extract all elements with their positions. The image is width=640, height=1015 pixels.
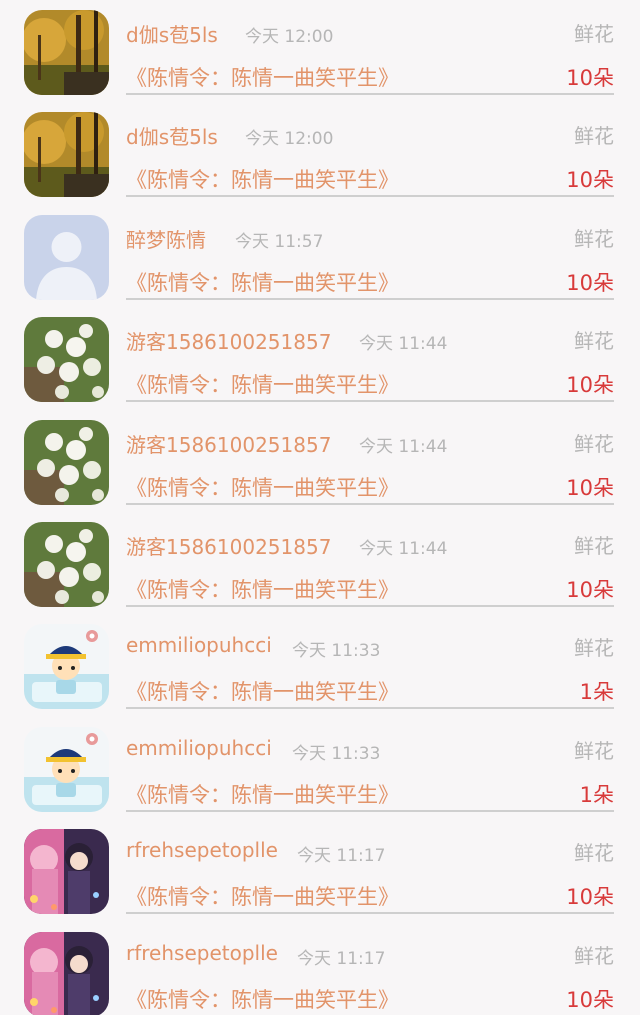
- timestamp: 今天 11:44: [359, 334, 448, 355]
- gift-book-title[interactable]: 《陈情令：陈情一曲笑平生》: [126, 369, 399, 399]
- user-name[interactable]: 游客1586100251857: [126, 531, 331, 560]
- divider: [126, 195, 614, 198]
- gift-count: 10朵: [566, 578, 614, 602]
- avatar[interactable]: [24, 419, 109, 505]
- white-flowers-avatar: [24, 419, 109, 505]
- user-name[interactable]: emmiliopuhcci: [126, 736, 272, 760]
- gift-record-row[interactable]: rfrehsepetoplle 今天 11:17 鲜花 《陈情令：陈情一曲笑平生…: [0, 819, 640, 921]
- timestamp: 今天 12:00: [245, 27, 334, 47]
- gift-type: 鲜花: [574, 22, 614, 46]
- gift-count: 10朵: [566, 475, 614, 500]
- divider: [126, 502, 614, 505]
- timestamp: 今天 12:00: [245, 129, 334, 150]
- white-flowers-avatar: [24, 522, 109, 607]
- avatar[interactable]: [24, 317, 109, 403]
- gift-record-row[interactable]: 游客1586100251857 今天 11:44 鲜花 《陈情令：陈情一曲笑平生…: [0, 307, 640, 409]
- avatar[interactable]: [24, 522, 109, 607]
- gift-record-row[interactable]: rfrehsepetoplle 今天 11:17 鲜花 《陈情令：陈情一曲笑平生…: [0, 922, 640, 1015]
- gift-count: 1朵: [579, 782, 614, 807]
- timestamp: 今天 11:44: [359, 539, 448, 559]
- user-name[interactable]: emmiliopuhcci: [126, 633, 272, 657]
- autumn-tree-avatar: [24, 112, 109, 198]
- timestamp: 今天 11:33: [292, 641, 381, 662]
- gift-book-title[interactable]: 《陈情令：陈情一曲笑平生》: [126, 574, 399, 604]
- gift-record-row[interactable]: emmiliopuhcci 今天 11:33 鲜花 《陈情令：陈情一曲笑平生》 …: [0, 614, 640, 716]
- gift-record-row[interactable]: d伽s苞5ls 今天 12:00 鲜花 《陈情令：陈情一曲笑平生》 10朵: [0, 0, 640, 102]
- anime-couple-avatar: [24, 829, 109, 915]
- timestamp: 今天 11:17: [297, 846, 386, 867]
- gift-book-title[interactable]: 《陈情令：陈情一曲笑平生》: [126, 267, 399, 297]
- gift-book-title[interactable]: 《陈情令：陈情一曲笑平生》: [126, 62, 399, 92]
- gift-type: 鲜花: [574, 841, 614, 866]
- user-name[interactable]: 游客1586100251857: [126, 429, 331, 458]
- gift-book-title[interactable]: 《陈情令：陈情一曲笑平生》: [126, 984, 399, 1014]
- gift-type: 鲜花: [574, 534, 614, 558]
- avatar[interactable]: [24, 931, 109, 1015]
- cartoon-official-avatar: [24, 726, 109, 812]
- timestamp: 今天 11:17: [297, 948, 386, 969]
- default-user-avatar: [24, 214, 109, 300]
- gift-type: 鲜花: [574, 124, 614, 149]
- timestamp: 今天 11:33: [292, 743, 381, 764]
- user-name[interactable]: d伽s苞5ls: [126, 121, 218, 150]
- cartoon-official-avatar: [24, 624, 109, 710]
- user-name[interactable]: d伽s苞5ls: [126, 19, 218, 48]
- divider: [126, 809, 614, 812]
- anime-couple-avatar: [24, 931, 109, 1015]
- gift-book-title[interactable]: 《陈情令：陈情一曲笑平生》: [126, 881, 399, 911]
- gift-record-row[interactable]: 游客1586100251857 今天 11:44 鲜花 《陈情令：陈情一曲笑平生…: [0, 410, 640, 512]
- gift-type: 鲜花: [574, 329, 614, 354]
- gift-book-title[interactable]: 《陈情令：陈情一曲笑平生》: [126, 164, 399, 194]
- gift-record-list: d伽s苞5ls 今天 12:00 鲜花 《陈情令：陈情一曲笑平生》 10朵 d伽…: [0, 0, 640, 1015]
- gift-book-title[interactable]: 《陈情令：陈情一曲笑平生》: [126, 779, 399, 809]
- user-name[interactable]: rfrehsepetoplle: [126, 941, 278, 965]
- gift-record-row[interactable]: 醉梦陈情 今天 11:57 鲜花 《陈情令：陈情一曲笑平生》 10朵: [0, 205, 640, 307]
- gift-count: 1朵: [579, 680, 614, 705]
- gift-type: 鲜花: [574, 943, 614, 968]
- gift-type: 鲜花: [574, 738, 614, 763]
- avatar[interactable]: [24, 214, 109, 300]
- divider: [126, 707, 614, 710]
- timestamp: 今天 11:57: [235, 231, 324, 252]
- user-name[interactable]: 游客1586100251857: [126, 326, 331, 355]
- divider: [126, 297, 614, 300]
- user-name[interactable]: rfrehsepetoplle: [126, 838, 278, 862]
- divider: [126, 93, 614, 95]
- white-flowers-avatar: [24, 317, 109, 403]
- gift-count: 10朵: [566, 270, 614, 295]
- gift-book-title[interactable]: 《陈情令：陈情一曲笑平生》: [126, 676, 399, 706]
- gift-count: 10朵: [566, 66, 614, 90]
- avatar[interactable]: [24, 726, 109, 812]
- avatar[interactable]: [24, 10, 109, 95]
- divider: [126, 912, 614, 915]
- gift-count: 10朵: [566, 987, 614, 1012]
- avatar[interactable]: [24, 829, 109, 915]
- gift-type: 鲜花: [574, 431, 614, 456]
- gift-count: 10朵: [566, 373, 614, 398]
- gift-count: 10朵: [566, 168, 614, 193]
- user-name[interactable]: 醉梦陈情: [126, 224, 206, 253]
- gift-record-row[interactable]: emmiliopuhcci 今天 11:33 鲜花 《陈情令：陈情一曲笑平生》 …: [0, 717, 640, 819]
- autumn-tree-avatar: [24, 10, 109, 95]
- gift-type: 鲜花: [574, 226, 614, 251]
- gift-book-title[interactable]: 《陈情令：陈情一曲笑平生》: [126, 472, 399, 502]
- timestamp: 今天 11:44: [359, 436, 448, 457]
- gift-record-row[interactable]: 游客1586100251857 今天 11:44 鲜花 《陈情令：陈情一曲笑平生…: [0, 512, 640, 614]
- divider: [126, 400, 614, 403]
- divider: [126, 605, 614, 607]
- avatar[interactable]: [24, 624, 109, 710]
- avatar[interactable]: [24, 112, 109, 198]
- gift-record-row[interactable]: d伽s苞5ls 今天 12:00 鲜花 《陈情令：陈情一曲笑平生》 10朵: [0, 102, 640, 204]
- gift-type: 鲜花: [574, 636, 614, 661]
- gift-count: 10朵: [566, 885, 614, 910]
